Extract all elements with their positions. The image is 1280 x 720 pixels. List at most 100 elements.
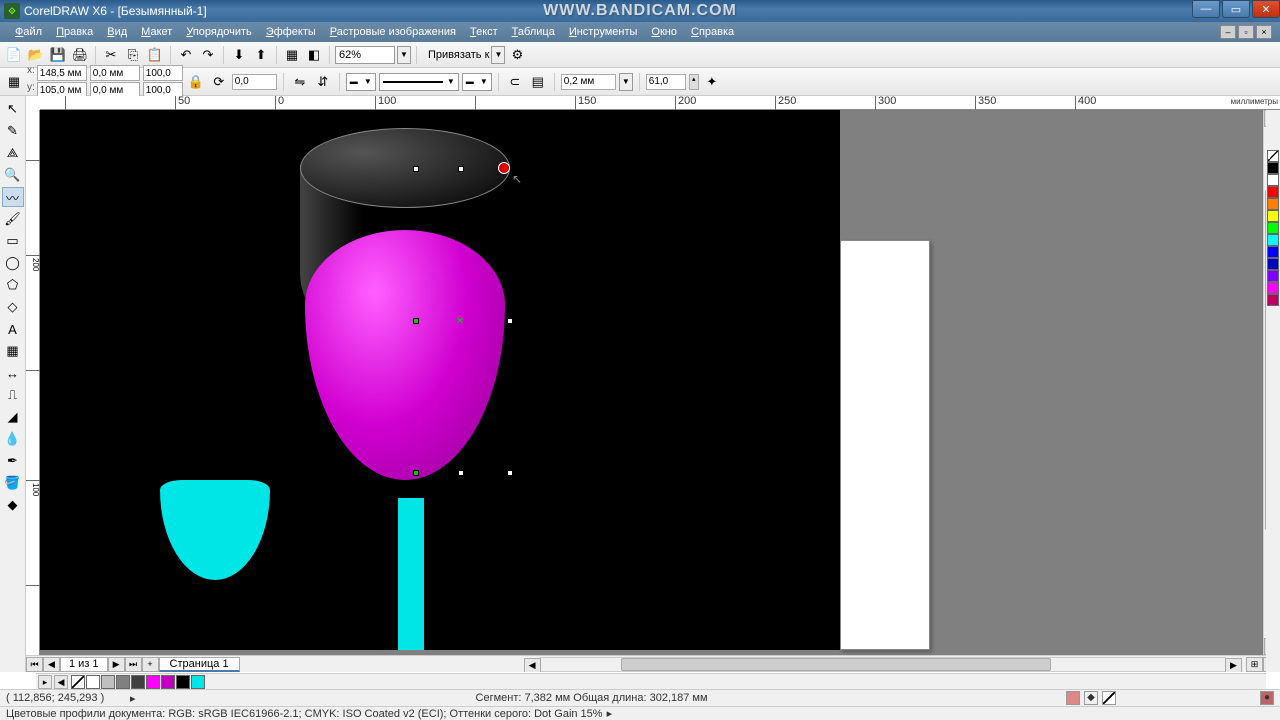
interactive-tool[interactable]: ◢ [2,407,24,427]
width-input[interactable] [90,65,140,81]
scale-x-input[interactable] [143,65,183,81]
connector-tool[interactable]: ⎍ [2,385,24,405]
selection-handle[interactable] [458,470,464,476]
palette-swatch[interactable] [176,675,190,689]
color-swatch[interactable] [1267,246,1279,258]
palette-swatch[interactable] [161,675,175,689]
fill-flyout-button[interactable]: ◆ [1084,691,1098,705]
extra-value-input[interactable] [646,74,686,90]
copy-button[interactable]: ⎘ [123,45,143,65]
doc-close-button[interactable]: × [1256,25,1272,39]
table-tool[interactable]: ▦ [2,341,24,361]
open-button[interactable]: 📂 [26,45,46,65]
artistic-media-tool[interactable]: 🖌 [2,209,24,229]
selection-mode-icon[interactable]: ▦ [4,72,24,92]
outline-width-input[interactable] [561,74,616,90]
eyedropper-tool[interactable]: 💧 [2,429,24,449]
extra-spinner[interactable]: ▴ [689,74,699,90]
undo-button[interactable]: ↶ [176,45,196,65]
bounding-box-button[interactable]: ✦ [702,72,722,92]
rectangle-tool[interactable]: ▭ [2,231,24,251]
close-button[interactable]: ✕ [1252,0,1280,18]
hscroll-thumb[interactable] [621,658,1051,671]
menu-bitmaps[interactable]: Растровые изображения [323,24,463,40]
ellipse-tool[interactable]: ◯ [2,253,24,273]
rotation-input[interactable] [232,74,277,90]
doc-restore-button[interactable]: ▫ [1238,25,1254,39]
fill-tool[interactable]: 🪣 [2,473,24,493]
paste-button[interactable]: 📋 [145,45,165,65]
selection-handle[interactable] [413,166,419,172]
add-page-button[interactable]: + [142,657,159,672]
vertical-ruler[interactable]: 200100 [26,110,40,655]
selection-center-icon[interactable]: × [457,315,465,323]
mirror-v-button[interactable]: ⇵ [313,72,333,92]
new-button[interactable]: 📄 [4,45,24,65]
menu-edit[interactable]: Правка [49,24,100,40]
horizontal-scrollbar[interactable]: ◀ ▶ [540,657,1226,672]
app-launcher-button[interactable]: ▦ [282,45,302,65]
menu-arrange[interactable]: Упорядочить [179,24,258,40]
palette-no-fill[interactable] [71,675,85,689]
palette-swatch[interactable] [146,675,160,689]
crop-tool[interactable]: ⟁ [2,143,24,163]
polygon-tool[interactable]: ⬠ [2,275,24,295]
selection-handle[interactable] [413,318,419,324]
start-arrow-select[interactable]: ▬▼ [346,73,376,91]
last-page-button[interactable]: ⏭ [125,657,142,672]
color-swatch[interactable] [1267,294,1279,306]
page-tab[interactable]: Страница 1 [159,657,240,672]
color-swatch[interactable] [1267,174,1279,186]
zoom-dropdown[interactable]: ▼ [397,46,411,64]
scroll-right-button[interactable]: ▶ [1225,658,1242,673]
mirror-h-button[interactable]: ⇋ [290,72,310,92]
palette-menu-button[interactable]: ▸ [38,675,52,689]
close-curve-button[interactable]: ⊂ [505,72,525,92]
navigator-button[interactable]: ⊞ [1246,657,1263,672]
selection-handle[interactable] [458,166,464,172]
menu-effects[interactable]: Эффекты [259,24,323,40]
export-button[interactable]: ⬆ [251,45,271,65]
menu-text[interactable]: Текст [463,24,505,40]
dimension-tool[interactable]: ↔ [2,363,24,383]
menu-view[interactable]: Вид [100,24,134,40]
x-position-input[interactable] [37,65,87,81]
no-fill-swatch[interactable] [1267,150,1279,162]
options-button[interactable]: ⚙ [507,45,527,65]
end-arrow-select[interactable]: ▬▼ [462,73,492,91]
lock-ratio-button[interactable]: 🔒 [186,72,206,92]
mesh-node-handle[interactable] [498,162,510,174]
horizontal-ruler[interactable]: миллиметры 500100150200250300350400 [40,96,1280,110]
color-swatch[interactable] [1267,234,1279,246]
menu-tools[interactable]: Инструменты [562,24,645,40]
selection-handle[interactable] [413,470,419,476]
pick-tool[interactable]: ↖ [2,99,24,119]
menu-help[interactable]: Справка [684,24,741,40]
palette-swatch[interactable] [101,675,115,689]
prev-page-button[interactable]: ◀ [43,657,60,672]
selection-handle[interactable] [507,318,513,324]
outline-tool[interactable]: ✒ [2,451,24,471]
cut-button[interactable]: ✂ [101,45,121,65]
outline-width-dropdown[interactable]: ▼ [619,73,633,91]
palette-scroll-left[interactable]: ◀ [54,675,68,689]
line-style-select[interactable]: ▼ [379,73,459,91]
selection-handle[interactable] [507,470,513,476]
color-swatch[interactable] [1267,282,1279,294]
color-swatch[interactable] [1267,210,1279,222]
first-page-button[interactable]: ⏮ [26,657,43,672]
welcome-button[interactable]: ◧ [304,45,324,65]
palette-swatch[interactable] [131,675,145,689]
outline-flyout-button[interactable] [1102,691,1116,705]
palette-swatch[interactable] [116,675,130,689]
doc-minimize-button[interactable]: – [1220,25,1236,39]
palette-swatch[interactable] [191,675,205,689]
shape-tool[interactable]: ✎ [2,121,24,141]
minimize-button[interactable]: — [1192,0,1220,18]
basic-shapes-tool[interactable]: ◇ [2,297,24,317]
freehand-tool[interactable]: 〰 [2,187,24,207]
redo-button[interactable]: ↷ [198,45,218,65]
color-swatch[interactable] [1267,162,1279,174]
wrap-button[interactable]: ▤ [528,72,548,92]
zoom-tool[interactable]: 🔍 [2,165,24,185]
